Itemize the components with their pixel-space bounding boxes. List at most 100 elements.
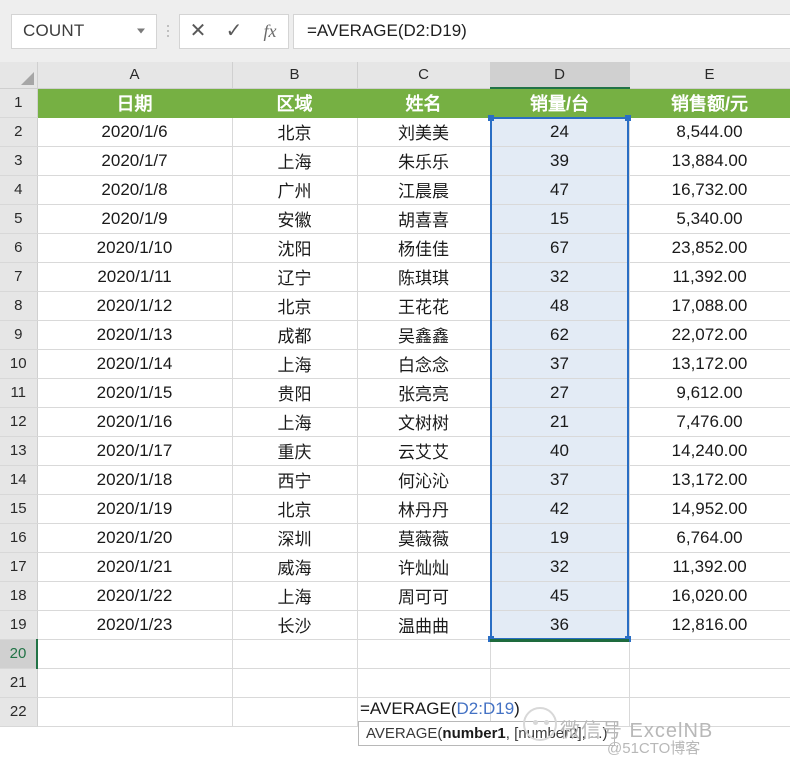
cancel-formula-button[interactable]: ✕ [182,15,214,48]
cell-A5[interactable]: 2020/1/9 [37,204,233,234]
cell-D13[interactable]: 40 [490,436,630,466]
column-header-b[interactable]: B [232,62,358,89]
cell-C9[interactable]: 吴鑫鑫 [357,320,491,350]
column-header-c[interactable]: C [357,62,491,89]
cell-A18[interactable]: 2020/1/22 [37,581,233,611]
cell-E22[interactable] [629,697,790,727]
table-header-cell-A1[interactable]: 日期 [37,88,233,118]
cell-B18[interactable]: 上海 [232,581,358,611]
cell-E2[interactable]: 8,544.00 [629,117,790,147]
cell-D21[interactable] [490,668,630,698]
cell-B2[interactable]: 北京 [232,117,358,147]
row-header-21[interactable]: 21 [0,668,38,698]
cell-E5[interactable]: 5,340.00 [629,204,790,234]
row-header-10[interactable]: 10 [0,349,38,379]
cell-E14[interactable]: 13,172.00 [629,465,790,495]
table-header-cell-E1[interactable]: 销售额/元 [629,88,790,118]
cell-E19[interactable]: 12,816.00 [629,610,790,640]
cell-C5[interactable]: 胡喜喜 [357,204,491,234]
cell-E3[interactable]: 13,884.00 [629,146,790,176]
cell-C14[interactable]: 何沁沁 [357,465,491,495]
cell-E4[interactable]: 16,732.00 [629,175,790,205]
cell-A11[interactable]: 2020/1/15 [37,378,233,408]
cell-A17[interactable]: 2020/1/21 [37,552,233,582]
cell-C13[interactable]: 云艾艾 [357,436,491,466]
cell-A4[interactable]: 2020/1/8 [37,175,233,205]
cell-B21[interactable] [232,668,358,698]
cell-A19[interactable]: 2020/1/23 [37,610,233,640]
formula-input[interactable]: =AVERAGE(D2:D19) [293,13,790,49]
spreadsheet-grid[interactable]: A B C D E 1 日期 区域 姓名 销量/台 销售额/元 2 2020/1/6 北京 刘美美… [0,62,790,757]
row-header-20[interactable]: 20 [0,639,38,669]
cell-C3[interactable]: 朱乐乐 [357,146,491,176]
cell-A21[interactable] [37,668,233,698]
cell-C18[interactable]: 周可可 [357,581,491,611]
row-header-5[interactable]: 5 [0,204,38,234]
cell-A22[interactable] [37,697,233,727]
row-header-11[interactable]: 11 [0,378,38,408]
cell-D14[interactable]: 37 [490,465,630,495]
cell-A15[interactable]: 2020/1/19 [37,494,233,524]
name-box[interactable]: COUNT [11,13,157,49]
cell-B9[interactable]: 成都 [232,320,358,350]
column-header-a[interactable]: A [37,62,233,89]
row-header-3[interactable]: 3 [0,146,38,176]
cell-E7[interactable]: 11,392.00 [629,262,790,292]
cell-E8[interactable]: 17,088.00 [629,291,790,321]
row-header-8[interactable]: 8 [0,291,38,321]
cell-D19[interactable]: 36 [490,610,630,640]
cell-A14[interactable]: 2020/1/18 [37,465,233,495]
cell-E13[interactable]: 14,240.00 [629,436,790,466]
cell-C2[interactable]: 刘美美 [357,117,491,147]
cell-E12[interactable]: 7,476.00 [629,407,790,437]
cell-B14[interactable]: 西宁 [232,465,358,495]
cell-B15[interactable]: 北京 [232,494,358,524]
cell-A16[interactable]: 2020/1/20 [37,523,233,553]
insert-function-button[interactable]: fx [254,15,286,48]
cell-A20[interactable] [37,639,233,669]
cell-D8[interactable]: 48 [490,291,630,321]
cell-B3[interactable]: 上海 [232,146,358,176]
cell-D4[interactable]: 47 [490,175,630,205]
cell-C20[interactable] [357,639,491,669]
cell-E10[interactable]: 13,172.00 [629,349,790,379]
cell-B13[interactable]: 重庆 [232,436,358,466]
cell-C7[interactable]: 陈琪琪 [357,262,491,292]
cell-D3[interactable]: 39 [490,146,630,176]
cell-A8[interactable]: 2020/1/12 [37,291,233,321]
chevron-down-icon[interactable] [137,28,145,34]
cell-D11[interactable]: 27 [490,378,630,408]
cell-B8[interactable]: 北京 [232,291,358,321]
cell-A2[interactable]: 2020/1/6 [37,117,233,147]
cell-D2[interactable]: 24 [490,117,630,147]
row-header-19[interactable]: 19 [0,610,38,640]
row-header-2[interactable]: 2 [0,117,38,147]
cell-E17[interactable]: 11,392.00 [629,552,790,582]
cell-D17[interactable]: 32 [490,552,630,582]
cell-E9[interactable]: 22,072.00 [629,320,790,350]
column-header-e[interactable]: E [629,62,790,89]
confirm-formula-button[interactable]: ✓ [218,15,250,48]
cell-A7[interactable]: 2020/1/11 [37,262,233,292]
table-header-cell-D1[interactable]: 销量/台 [490,88,630,118]
cell-D15[interactable]: 42 [490,494,630,524]
cell-C19[interactable]: 温曲曲 [357,610,491,640]
cell-B20[interactable] [232,639,358,669]
cell-A9[interactable]: 2020/1/13 [37,320,233,350]
cell-D12[interactable]: 21 [490,407,630,437]
cell-C17[interactable]: 许灿灿 [357,552,491,582]
cell-D10[interactable]: 37 [490,349,630,379]
cell-C8[interactable]: 王花花 [357,291,491,321]
cell-C11[interactable]: 张亮亮 [357,378,491,408]
cell-E6[interactable]: 23,852.00 [629,233,790,263]
cell-B16[interactable]: 深圳 [232,523,358,553]
cell-E20[interactable] [629,639,790,669]
cell-E21[interactable] [629,668,790,698]
row-header-12[interactable]: 12 [0,407,38,437]
cell-E18[interactable]: 16,020.00 [629,581,790,611]
cell-C4[interactable]: 江晨晨 [357,175,491,205]
cell-D9[interactable]: 62 [490,320,630,350]
table-header-cell-C1[interactable]: 姓名 [357,88,491,118]
cell-B19[interactable]: 长沙 [232,610,358,640]
cell-C6[interactable]: 杨佳佳 [357,233,491,263]
